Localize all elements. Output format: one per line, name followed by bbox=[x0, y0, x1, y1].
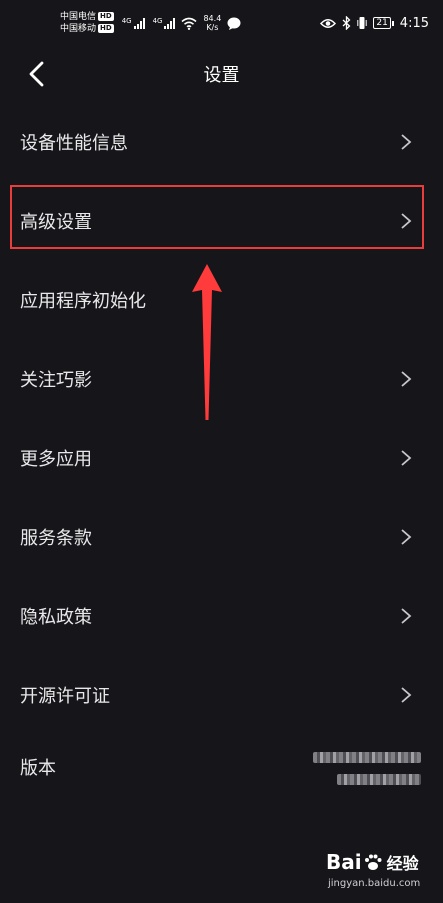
menu-item-label: 关注巧影 bbox=[20, 369, 92, 391]
menu-item-label: 设备性能信息 bbox=[20, 132, 128, 154]
menu-item-version: 版本 bbox=[0, 734, 443, 813]
speed-unit: K/s bbox=[206, 23, 219, 32]
status-right: 21 4:15 bbox=[320, 16, 429, 31]
nav-bar: 设置 bbox=[0, 46, 443, 102]
version-value-redacted bbox=[301, 752, 421, 796]
chevron-right-icon bbox=[401, 528, 412, 545]
vibrate-icon bbox=[357, 17, 368, 29]
status-left: 中国电信 HD 中国移动 HD 4G 4G 84.4 K/s bbox=[60, 11, 241, 35]
chevron-right-icon bbox=[401, 370, 412, 387]
menu-item-device-performance[interactable]: 设备性能信息 bbox=[0, 102, 443, 181]
network-type: 4G bbox=[121, 17, 132, 25]
chevron-right-icon bbox=[401, 449, 412, 466]
paw-icon bbox=[364, 854, 382, 870]
chat-bubble-icon bbox=[227, 17, 241, 30]
menu-item-label: 高级设置 bbox=[20, 211, 92, 233]
page-title: 设置 bbox=[203, 65, 240, 86]
menu-item-label: 服务条款 bbox=[20, 527, 92, 549]
carrier-2: 中国移动 bbox=[60, 24, 97, 34]
menu-item-privacy-policy[interactable]: 隐私政策 bbox=[0, 576, 443, 655]
menu-item-follow-kinemaster[interactable]: 关注巧影 bbox=[0, 339, 443, 418]
watermark-label: 经验 bbox=[386, 854, 419, 873]
clock: 4:15 bbox=[399, 15, 429, 31]
signal-icon: 4G bbox=[153, 17, 176, 29]
chevron-right-icon bbox=[401, 212, 412, 229]
status-bar: 中国电信 HD 中国移动 HD 4G 4G 84.4 K/s 21 4:15 bbox=[0, 0, 443, 46]
settings-menu: 设备性能信息 高级设置 应用程序初始化 关注巧影 更多应用 服务条款 隐私政策 … bbox=[0, 102, 443, 813]
network-type: 4G bbox=[152, 17, 163, 25]
chevron-right-icon bbox=[401, 607, 412, 624]
carrier-1: 中国电信 bbox=[60, 12, 97, 22]
menu-item-label: 开源许可证 bbox=[20, 685, 110, 707]
hd-badge: HD bbox=[98, 12, 114, 21]
hd-badge: HD bbox=[98, 24, 114, 33]
watermark-brand: Bai bbox=[326, 850, 362, 874]
menu-item-app-reset[interactable]: 应用程序初始化 bbox=[0, 260, 443, 339]
carrier-info: 中国电信 HD 中国移动 HD bbox=[60, 11, 114, 35]
speed-value: 84.4 bbox=[203, 14, 222, 23]
menu-item-label: 版本 bbox=[20, 758, 56, 779]
battery-icon: 21 bbox=[373, 17, 394, 29]
battery-level: 21 bbox=[373, 17, 391, 29]
bluetooth-icon bbox=[342, 16, 351, 30]
menu-item-advanced-settings[interactable]: 高级设置 bbox=[0, 181, 443, 260]
menu-item-label: 隐私政策 bbox=[20, 606, 92, 628]
baidu-jingyan-watermark: Bai 经验 jingyan.baidu.com bbox=[326, 850, 436, 896]
menu-item-more-apps[interactable]: 更多应用 bbox=[0, 418, 443, 497]
watermark-url: jingyan.baidu.com bbox=[328, 878, 421, 889]
eye-icon bbox=[320, 18, 337, 28]
chevron-right-icon bbox=[401, 686, 412, 703]
menu-item-label: 更多应用 bbox=[20, 448, 92, 470]
menu-item-open-source-licenses[interactable]: 开源许可证 bbox=[0, 655, 443, 734]
menu-item-terms-of-service[interactable]: 服务条款 bbox=[0, 497, 443, 576]
wifi-icon bbox=[181, 17, 197, 30]
network-speed: 84.4 K/s bbox=[203, 14, 221, 32]
signal-icon: 4G bbox=[122, 17, 145, 29]
chevron-right-icon bbox=[401, 133, 412, 150]
menu-item-label: 应用程序初始化 bbox=[20, 290, 146, 312]
